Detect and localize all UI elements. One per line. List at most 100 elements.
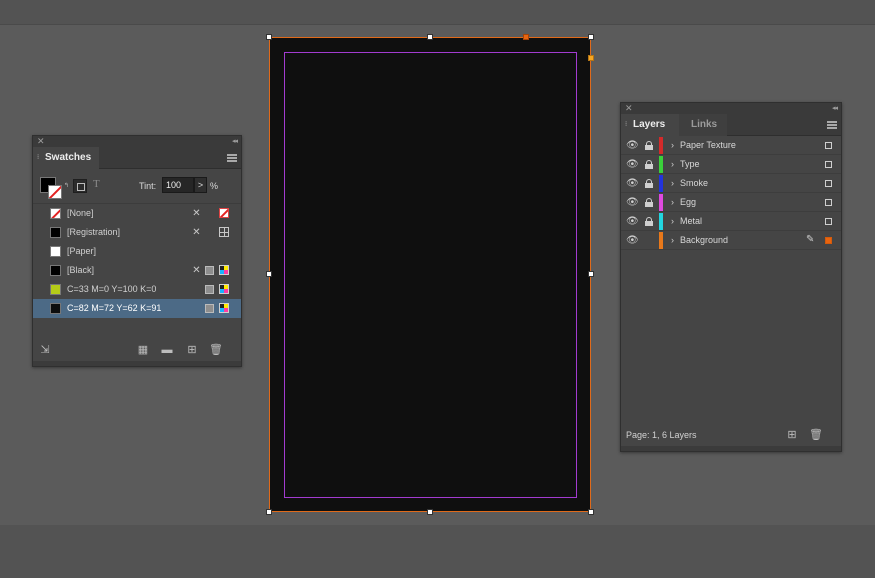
resize-handle-bottom-left[interactable] [266,509,272,515]
layer-row[interactable]: 👁 › Type [621,155,841,174]
visibility-eye-icon[interactable]: 👁 [626,140,639,151]
tint-input[interactable]: 100 [162,177,194,193]
layer-selection-indicator[interactable] [825,180,832,187]
cmyk-icon [219,265,229,275]
frame-in-port-handle[interactable] [523,34,529,40]
expand-chevron-icon[interactable]: › [671,231,674,250]
trash-icon[interactable]: 🗑 [809,429,823,441]
tab-swatches[interactable]: ⁝ Swatches [33,147,100,169]
swatch-row-selected[interactable]: C=82 M=72 Y=62 K=91 [33,299,241,318]
lock-icon[interactable] [645,141,653,150]
none-type-icon [219,208,229,218]
fill-stroke-selector[interactable]: ↰ [40,177,69,199]
grip-icon: ⁝ [625,121,628,128]
swatch-row[interactable]: [None] ✕ [33,204,241,223]
corner-options-handle[interactable] [588,55,594,61]
application-bar [0,0,875,25]
tab-label: Links [691,119,718,130]
lock-icon[interactable] [645,217,653,226]
expand-chevron-icon[interactable]: › [671,136,674,155]
layer-name: Egg [680,197,697,207]
swatch-list: [None] ✕ [Registration] ✕ [Paper] [Black… [33,204,241,319]
layer-name: Type [680,159,700,169]
layer-selection-indicator[interactable] [825,161,832,168]
layer-name: Metal [680,216,703,226]
show-swatch-kinds-icon[interactable]: ⇲ [39,344,51,356]
swatch-row[interactable]: [Black] ✕ [33,261,241,280]
layer-color-swatch [659,232,663,249]
layer-color-swatch [659,213,663,230]
resize-handle-top-right[interactable] [588,34,594,40]
lock-icon[interactable] [645,179,653,188]
panel-resize-handle[interactable] [621,446,841,451]
trash-icon[interactable]: 🗑 [209,344,223,356]
layer-row[interactable]: 👁 › Paper Texture [621,136,841,155]
layer-row[interactable]: 👁 › Metal [621,212,841,231]
swatch-chip [50,265,61,276]
panel-tabbar: ⁝ Swatches [33,147,241,169]
layer-color-swatch [659,137,663,154]
layer-selection-indicator[interactable] [825,218,832,225]
visibility-eye-icon[interactable]: 👁 [626,235,639,246]
resize-handle-top[interactable] [427,34,433,40]
tint-percent-label: % [210,181,219,191]
cmyk-icon [219,303,229,313]
lock-icon[interactable] [645,198,653,207]
collapse-icon[interactable]: ◂◂ [832,103,838,114]
grip-icon: ⁝ [37,154,40,161]
expand-chevron-icon[interactable]: › [671,212,674,231]
expand-chevron-icon[interactable]: › [671,174,674,193]
cc-library-icon[interactable]: ▦ [137,344,149,356]
panel-menu-icon[interactable] [227,154,237,162]
layer-selection-indicator[interactable] [825,199,832,206]
lock-icon[interactable] [645,160,653,169]
resize-handle-top-left[interactable] [266,34,272,40]
collapse-icon[interactable]: ◂◂ [232,136,238,147]
new-color-group-icon[interactable]: ▬ [161,344,173,356]
layer-selection-indicator[interactable] [825,142,832,149]
close-icon[interactable]: ✕ [37,136,45,147]
new-swatch-icon[interactable]: ⊞ [186,344,198,356]
panel-menu-icon[interactable] [827,121,837,129]
swatch-row[interactable]: C=33 M=0 Y=100 K=0 [33,280,241,299]
formatting-container-icon[interactable] [73,179,87,193]
layer-color-swatch [659,194,663,211]
resize-handle-left[interactable] [266,271,272,277]
document-page[interactable] [269,37,591,512]
tab-links[interactable]: Links [679,114,727,136]
resize-handle-bottom[interactable] [427,509,433,515]
layer-row-active[interactable]: 👁 › Background ✎ [621,231,841,250]
registration-icon [219,227,229,237]
stroke-swatch[interactable] [48,185,62,199]
expand-chevron-icon[interactable]: › [671,193,674,212]
tint-slider-button[interactable]: > [194,177,207,193]
swatch-name: [Paper] [67,246,97,256]
resize-handle-bottom-right[interactable] [588,509,594,515]
swatch-chip [50,284,61,295]
visibility-eye-icon[interactable]: 👁 [626,159,639,170]
resize-handle-right[interactable] [588,271,594,277]
visibility-eye-icon[interactable]: 👁 [626,178,639,189]
layers-footer: Page: 1, 6 Layers ⊞ 🗑 [621,426,841,444]
swatch-row[interactable]: [Registration] ✕ [33,223,241,242]
swatch-name: [None] [67,208,94,218]
expand-chevron-icon[interactable]: › [671,155,674,174]
layer-row[interactable]: 👁 › Smoke [621,174,841,193]
layer-row[interactable]: 👁 › Egg [621,193,841,212]
swatch-controls: ↰ T Tint: 100 > % [33,169,241,204]
layer-color-swatch [659,156,663,173]
tab-layers[interactable]: ⁝ Layers [621,114,679,136]
formatting-text-icon[interactable]: T [93,178,100,190]
cannot-edit-icon: ✕ [192,208,201,219]
swatch-row[interactable]: [Paper] [33,242,241,261]
panel-resize-handle[interactable] [33,361,241,366]
layer-selection-indicator[interactable] [825,237,832,244]
visibility-eye-icon[interactable]: 👁 [626,216,639,227]
close-icon[interactable]: ✕ [625,103,633,114]
new-layer-icon[interactable]: ⊞ [786,429,798,441]
swatches-footer: ⇲ ▦ ▬ ⊞ 🗑 [33,341,241,361]
visibility-eye-icon[interactable]: 👁 [626,197,639,208]
cannot-edit-icon: ✕ [192,265,201,276]
layer-name: Paper Texture [680,140,736,150]
swap-icon[interactable]: ↰ [64,182,69,189]
